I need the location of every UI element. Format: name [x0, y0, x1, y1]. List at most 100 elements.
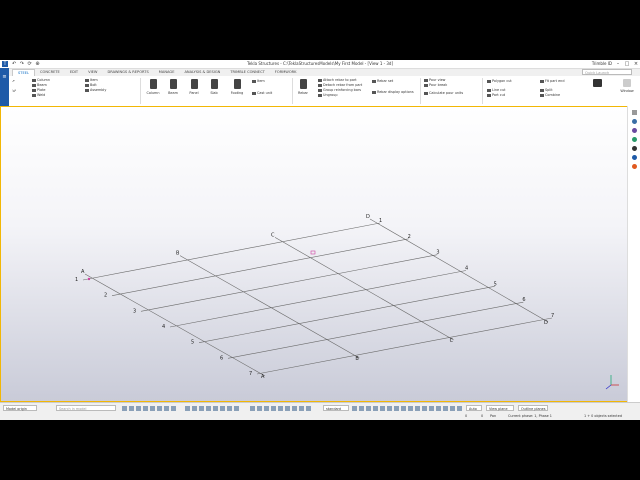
- fit-part-end-button[interactable]: Fit part end: [540, 79, 564, 84]
- snap-free-icon[interactable]: [234, 406, 239, 411]
- select-assembly-icon[interactable]: [129, 406, 134, 411]
- select-grid-icon[interactable]: [157, 406, 162, 411]
- chevron-right-icon[interactable]: [631, 110, 637, 115]
- select-point-icon[interactable]: [164, 406, 169, 411]
- close-icon[interactable]: ×: [632, 60, 640, 68]
- pan-icon[interactable]: [408, 406, 413, 411]
- snap-perp-icon[interactable]: [213, 406, 218, 411]
- tab-manage[interactable]: MANAGE: [154, 69, 180, 76]
- snap-grid-icon[interactable]: [271, 406, 276, 411]
- tab-trimble-connect[interactable]: TRIMBLE CONNECT: [225, 69, 269, 76]
- tab-analysis-design[interactable]: ANALYSIS & DESIGN: [179, 69, 225, 76]
- grid-line-3[interactable]: [140, 254, 438, 312]
- warning-icon[interactable]: [631, 164, 637, 169]
- side-panel-strip[interactable]: ≡: [0, 68, 9, 106]
- grid-line-A[interactable]: [84, 273, 266, 377]
- minimize-icon[interactable]: –: [614, 60, 622, 68]
- assembly-button[interactable]: Assembly: [85, 88, 106, 93]
- ungroup-button[interactable]: Ungroup: [318, 93, 337, 98]
- snap-tool-icon[interactable]: ⇲²: [12, 89, 16, 94]
- snap-end-icon[interactable]: [185, 406, 190, 411]
- snap-intersect-icon[interactable]: [206, 406, 211, 411]
- grid-line-1[interactable]: [82, 222, 381, 281]
- tab-drawings-reports[interactable]: DRAWINGS & REPORTS: [102, 69, 153, 76]
- grid-line-5[interactable]: [198, 286, 495, 343]
- rotate-icon[interactable]: [415, 406, 420, 411]
- calculate-pour-button[interactable]: Calculate pour units: [424, 91, 463, 96]
- pour-break-button[interactable]: Pour break: [424, 83, 447, 88]
- view-plane-select[interactable]: View plane: [486, 405, 514, 411]
- model-view-3d[interactable]: 1 1 2 2 3 3 4 4 5 5 6 6 7 7 A A B B C C D D: [0, 106, 628, 402]
- clip-icon[interactable]: [359, 406, 364, 411]
- snap-override-icon[interactable]: [264, 406, 269, 411]
- catalog-icon[interactable]: [631, 128, 637, 133]
- properties-small-icon[interactable]: [352, 406, 357, 411]
- auto-select[interactable]: Auto: [466, 405, 482, 411]
- grid-line-2[interactable]: [111, 238, 409, 296]
- cloud-icon[interactable]: [631, 146, 637, 151]
- layers-icon[interactable]: [394, 406, 399, 411]
- select-part-icon[interactable]: [136, 406, 141, 411]
- part-cut-button[interactable]: Part cut: [487, 93, 505, 98]
- tab-view[interactable]: VIEW: [83, 69, 102, 76]
- cube-view-button[interactable]: [590, 78, 604, 89]
- rebar-button[interactable]: Rebar: [296, 78, 310, 95]
- concrete-column-button[interactable]: Column: [146, 78, 160, 95]
- zoom-icon[interactable]: [401, 406, 406, 411]
- snap-edge-icon[interactable]: [285, 406, 290, 411]
- cast-item-button[interactable]: Item: [252, 79, 265, 84]
- snap-node-icon[interactable]: [306, 406, 311, 411]
- area-icon[interactable]: [429, 406, 434, 411]
- maximize-icon[interactable]: □: [623, 60, 631, 68]
- combine-button[interactable]: Combine: [540, 93, 560, 98]
- grid-line-D[interactable]: [369, 218, 549, 323]
- concrete-panel-button[interactable]: Panel: [187, 78, 201, 95]
- model-icon[interactable]: [457, 406, 462, 411]
- tab-formwork[interactable]: FORMWORK: [270, 69, 302, 76]
- fit-icon[interactable]: [422, 406, 427, 411]
- select-weld-icon[interactable]: [150, 406, 155, 411]
- trimble-id[interactable]: Trimble ID: [592, 61, 612, 66]
- tab-edit[interactable]: EDIT: [65, 69, 83, 76]
- camera-icon[interactable]: [443, 406, 448, 411]
- snap-reference-icon[interactable]: [250, 406, 255, 411]
- quick-launch-input[interactable]: Quick Launch: [582, 69, 632, 75]
- origin-select[interactable]: Model origin: [3, 405, 37, 411]
- grid-line-C[interactable]: [274, 237, 454, 341]
- display-icon[interactable]: [366, 406, 371, 411]
- polygon-cut-button[interactable]: Polygon cut: [487, 79, 512, 84]
- grid-line-6[interactable]: [227, 301, 524, 359]
- snap-center-icon[interactable]: [199, 406, 204, 411]
- cast-unit-button[interactable]: Cast unit: [252, 91, 272, 96]
- snap-ortho-icon[interactable]: [292, 406, 297, 411]
- views-icon[interactable]: [631, 137, 637, 142]
- concrete-footing-button[interactable]: Footing: [230, 78, 244, 95]
- concrete-slab-button[interactable]: Slab: [207, 78, 221, 95]
- snap-line-icon[interactable]: [220, 406, 225, 411]
- concrete-beam-button[interactable]: Beam: [166, 78, 180, 95]
- settings-icon[interactable]: [631, 155, 637, 160]
- weld-button[interactable]: Weld: [32, 93, 45, 98]
- filter-icon[interactable]: [387, 406, 392, 411]
- select-filter-icon[interactable]: [122, 406, 127, 411]
- render-icon[interactable]: [436, 406, 441, 411]
- standard-select[interactable]: standard: [323, 405, 349, 411]
- rebar-set-button[interactable]: Rebar set: [372, 79, 393, 84]
- grid-line-B[interactable]: [179, 255, 360, 359]
- select-tool-icon[interactable]: ➚: [12, 79, 15, 84]
- tab-concrete[interactable]: CONCRETE: [35, 69, 65, 76]
- grid-line-7[interactable]: [256, 317, 553, 375]
- outline-planes-select[interactable]: Outline planes: [518, 405, 548, 411]
- visibility-icon[interactable]: [373, 406, 378, 411]
- snap-nearest-icon[interactable]: [227, 406, 232, 411]
- snap-points-icon[interactable]: [278, 406, 283, 411]
- select-plane-icon[interactable]: [171, 406, 176, 411]
- rebar-display-button[interactable]: Rebar display options: [372, 90, 414, 95]
- snap-extend-icon[interactable]: [299, 406, 304, 411]
- workplane-icon[interactable]: [450, 406, 455, 411]
- snap-mid-icon[interactable]: [192, 406, 197, 411]
- menu-icon[interactable]: ≡: [0, 74, 9, 80]
- snap-geometry-icon[interactable]: [257, 406, 262, 411]
- model-search-input[interactable]: Search in model: [56, 405, 116, 411]
- grid-line-4[interactable]: [169, 270, 467, 328]
